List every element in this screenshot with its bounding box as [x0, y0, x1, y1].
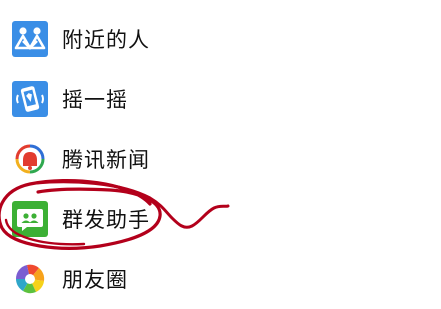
mass-message-assistant-icon	[12, 201, 48, 237]
menu-item-moments[interactable]: 朋友圈	[0, 249, 441, 309]
people-nearby-icon	[12, 21, 48, 57]
menu-item-mass-message-assistant[interactable]: 群发助手	[0, 189, 441, 249]
menu-item-label: 摇一摇	[62, 88, 128, 112]
menu-item-people-nearby[interactable]: 附近的人	[0, 9, 441, 69]
shake-icon	[12, 81, 48, 117]
menu-item-label: 腾讯新闻	[62, 148, 150, 172]
tencent-news-icon	[12, 141, 48, 177]
moments-icon	[12, 261, 48, 297]
menu-item-label: 朋友圈	[62, 268, 128, 292]
menu-item-shake[interactable]: 摇一摇	[0, 69, 441, 129]
discover-menu-list: 附近的人 摇一摇 腾讯新闻 群发助手 朋友圈	[0, 0, 441, 309]
menu-item-label: 附近的人	[62, 28, 150, 52]
menu-item-tencent-news[interactable]: 腾讯新闻	[0, 129, 441, 189]
menu-item-label: 群发助手	[62, 208, 150, 232]
